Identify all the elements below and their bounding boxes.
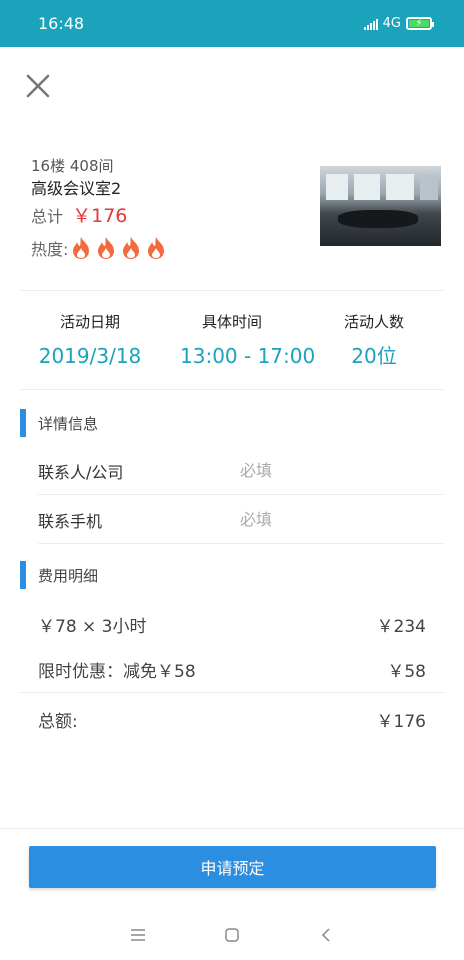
submit-booking-button[interactable]: 申请预定 (29, 846, 436, 888)
room-floor: 16楼 408间 (31, 157, 114, 175)
divider (20, 389, 444, 390)
fee-rate-row: ￥78 × 3小时 ￥234 (38, 601, 426, 647)
room-name: 高级会议室2 (31, 179, 122, 198)
summary-time-label: 具体时间 (201, 313, 262, 331)
room-photo (320, 166, 441, 246)
summary-people-value: 20位 (351, 344, 397, 368)
room-total-price: ￥176 (72, 205, 128, 227)
phone-label: 联系手机 (38, 511, 103, 531)
status-icons: 4G ⚡ (363, 16, 434, 31)
details-section-title: 详情信息 (38, 414, 99, 433)
flame-icon (98, 237, 115, 259)
divider (0, 828, 464, 829)
summary-date-value: 2019/3/18 (38, 344, 142, 368)
menu-nav-button[interactable] (126, 923, 150, 947)
contact-label: 联系人/公司 (38, 462, 124, 482)
signal-icon (363, 18, 378, 30)
section-accent-bar (20, 409, 26, 437)
system-nav-bar (0, 910, 464, 960)
flame-icon (148, 237, 165, 259)
home-nav-button[interactable] (220, 923, 244, 947)
battery-icon: ⚡ (406, 17, 434, 30)
summary-date: 活动日期 2019/3/18 (0, 305, 180, 373)
menu-icon (131, 929, 145, 941)
fee-total-label: 总额: (38, 711, 78, 732)
summary-time-value: 13:00 - 17:00 (180, 344, 316, 368)
contact-row: 联系人/公司 (38, 447, 444, 495)
phone-row: 联系手机 (38, 496, 444, 544)
contact-input[interactable] (240, 461, 444, 480)
summary-time: 具体时间 13:00 - 17:00 (180, 305, 316, 373)
room-info: 16楼 408间 高级会议室2 总计 ￥176 热度: (31, 155, 291, 265)
summary-date-label: 活动日期 (59, 313, 120, 331)
close-icon (26, 74, 50, 98)
status-bar: 16:48 4G ⚡ (0, 0, 464, 47)
booking-summary: 活动日期 2019/3/18 具体时间 13:00 - 17:00 活动人数 2… (0, 305, 464, 373)
flame-icon (123, 237, 140, 259)
status-time: 16:48 (38, 14, 85, 33)
fees-section-title: 费用明细 (38, 566, 99, 585)
close-button[interactable] (22, 70, 54, 102)
network-type: 4G (382, 16, 401, 31)
heat-rating (70, 236, 167, 260)
flame-icon (73, 237, 90, 259)
summary-people: 活动人数 20位 (284, 305, 464, 373)
fee-discount-label: 限时优惠：减免￥58 (38, 662, 196, 682)
phone-input[interactable] (240, 510, 444, 529)
fee-total-value: ￥176 (376, 711, 426, 732)
room-heat-label: 热度: (31, 240, 69, 259)
room-total: 总计 ￥176 (31, 201, 291, 231)
section-accent-bar (20, 561, 26, 589)
fee-discount-row: 限时优惠：减免￥58 ￥58 (20, 647, 444, 693)
fee-rate-label: ￥78 × 3小时 (38, 616, 147, 637)
back-nav-button[interactable] (314, 923, 338, 947)
fees-section-header: 费用明细 (20, 561, 98, 589)
divider (20, 290, 444, 291)
home-icon (225, 928, 239, 942)
summary-people-label: 活动人数 (343, 313, 404, 331)
details-section-header: 详情信息 (20, 409, 98, 437)
fee-rate-value: ￥234 (376, 616, 426, 637)
fee-total-row: 总额: ￥176 (38, 696, 426, 742)
room-total-label: 总计 (31, 207, 64, 226)
room-heat: 热度: (31, 231, 291, 265)
back-icon (321, 928, 330, 942)
fee-discount-value: ￥58 (387, 662, 426, 682)
